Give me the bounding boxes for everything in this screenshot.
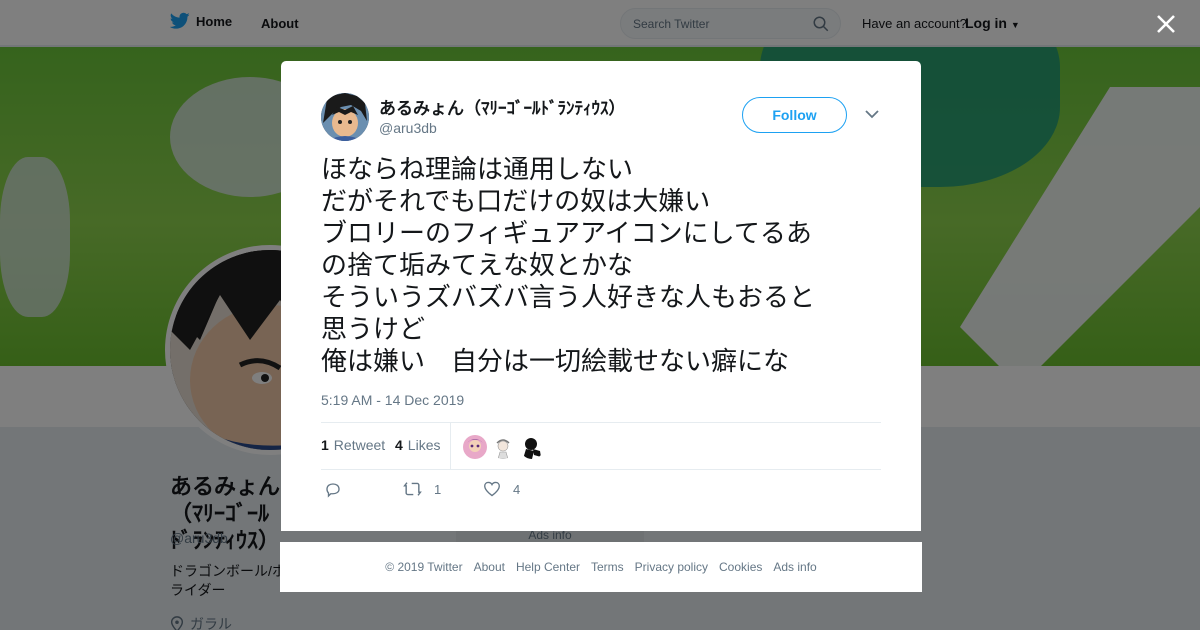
retweet-stat[interactable]: 1 Retweet (321, 437, 385, 453)
liker-avatar[interactable] (463, 435, 487, 459)
retweet-count: 1 (321, 437, 329, 453)
tweet-actions: 1 4 (321, 481, 881, 503)
liker-avatar-image (491, 435, 515, 459)
tweet-text-line: 俺は嫌い 自分は一切絵載せない癖にな (321, 347, 790, 377)
tweet-text-line: ほならね理論は通用しない (321, 155, 634, 185)
tweet-stats: 1 Retweet 4 Likes (321, 422, 881, 470)
retweet-action-count: 1 (434, 481, 442, 497)
stats-divider (450, 423, 451, 470)
tweet-text-line: ブロリーのフィギュアアイコンにしてるあ (321, 219, 812, 249)
liker-avatar[interactable] (520, 435, 544, 459)
likes-stat-label: Likes (407, 437, 441, 453)
tweet-author-name[interactable]: あるみょん（ﾏﾘｰｺﾞｰﾙﾄﾞﾗﾝﾃｨｳｽ） (379, 94, 626, 119)
footer-link-privacy[interactable]: Privacy policy (635, 560, 708, 574)
like-action-count: 4 (513, 481, 521, 497)
chevron-down-icon[interactable] (865, 109, 879, 119)
like-button[interactable]: 4 (483, 481, 520, 497)
tweet-modal: あるみょん（ﾏﾘｰｺﾞｰﾙﾄﾞﾗﾝﾃｨｳｽ） @aru3db Follow ほな… (281, 61, 921, 531)
close-icon[interactable] (1154, 12, 1178, 36)
retweet-stat-label: Retweet (333, 437, 386, 453)
modal-footer: © 2019 Twitter About Help Center Terms P… (280, 542, 922, 592)
footer-link-ads-info[interactable]: Ads info (773, 560, 816, 574)
footer-link-help-center[interactable]: Help Center (516, 560, 580, 574)
tweet-text-line: 思うけど (321, 315, 426, 345)
heart-icon (484, 481, 500, 497)
tweet-author-avatar-image (321, 93, 369, 141)
reply-button[interactable] (324, 481, 342, 499)
reply-icon (326, 483, 340, 498)
footer-copyright: © 2019 Twitter (385, 560, 463, 574)
tweet-author-handle[interactable]: @aru3db (379, 120, 437, 136)
likes-count: 4 (395, 437, 403, 453)
tweet-text-line: そういうズバズバ言う人好きな人もおると (321, 283, 816, 313)
tweet-text: ほならね理論は通用しない だがそれでも口だけの奴は大嫌い ブロリーのフィギュアア… (321, 154, 881, 378)
footer-link-terms[interactable]: Terms (591, 560, 624, 574)
tweet-timestamp[interactable]: 5:19 AM - 14 Dec 2019 (321, 392, 464, 408)
tweet-author-avatar[interactable] (321, 93, 369, 141)
footer-link-cookies[interactable]: Cookies (719, 560, 762, 574)
liker-avatar[interactable] (491, 435, 515, 459)
footer-link-about[interactable]: About (474, 560, 505, 574)
retweet-button[interactable]: 1 (403, 481, 441, 497)
likes-stat[interactable]: 4 Likes (395, 437, 440, 453)
liker-avatar-image (463, 435, 487, 459)
follow-button[interactable]: Follow (742, 97, 847, 133)
retweet-icon (403, 482, 422, 496)
tweet-text-line: の捨て垢みてえな奴とかな (321, 251, 634, 281)
tweet-text-line: だがそれでも口だけの奴は大嫌い (321, 187, 711, 217)
liker-avatar-image (520, 435, 544, 459)
